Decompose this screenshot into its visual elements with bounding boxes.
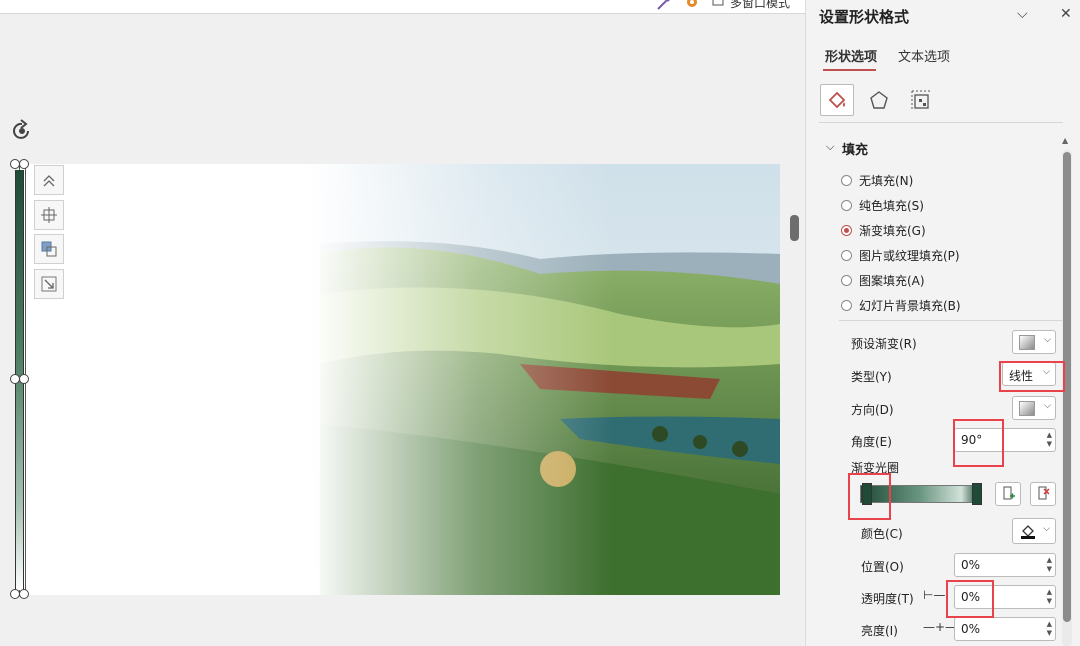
- crosshair-square-icon: [41, 207, 57, 223]
- preset-gradient-label: 预设渐变(R): [851, 337, 917, 351]
- resize-button[interactable]: [34, 269, 64, 299]
- gradient-swatch-icon: [1019, 400, 1035, 416]
- spin-arrows-icon[interactable]: ▲ ▼: [1047, 620, 1052, 638]
- transparency-slider[interactable]: ⊢—: [923, 588, 945, 602]
- remove-stop-icon: [1038, 486, 1050, 500]
- spin-arrows-icon[interactable]: ▲ ▼: [1047, 431, 1052, 449]
- fill-section-title[interactable]: 填充: [842, 139, 868, 158]
- radio-label: 图片或纹理填充(P): [859, 249, 960, 263]
- paint-bucket-icon: [1021, 525, 1035, 539]
- radio-label: 纯色填充(S): [859, 199, 924, 213]
- settings-gear-icon[interactable]: [684, 0, 700, 10]
- diagonal-arrow-icon: [41, 276, 57, 292]
- radio-button[interactable]: [841, 200, 852, 211]
- layout-options-button[interactable]: [34, 165, 64, 195]
- dropdown-arrow-icon: ⌵: [1044, 335, 1051, 345]
- radio-button[interactable]: [841, 300, 852, 311]
- radio-pattern-fill[interactable]: 图案填充(A): [841, 272, 925, 289]
- active-tab-underline: [823, 69, 876, 71]
- remove-gradient-stop-button[interactable]: [1030, 482, 1056, 506]
- radio-label: 渐变填充(G): [859, 224, 926, 238]
- section-separator: [839, 320, 1063, 321]
- window-icon: [712, 0, 728, 10]
- slide-canvas: 多窗口模式: [0, 0, 805, 646]
- arrange-button[interactable]: [34, 234, 64, 264]
- resize-handle-bottom-right[interactable]: [19, 589, 29, 599]
- spin-arrows-icon[interactable]: ▲ ▼: [1047, 556, 1052, 574]
- radio-button[interactable]: [841, 175, 852, 186]
- brightness-label: 亮度(I): [861, 624, 898, 638]
- close-icon[interactable]: ✕: [1060, 6, 1072, 22]
- direction-dropdown[interactable]: ⌵: [1012, 396, 1056, 420]
- brightness-slider[interactable]: —+—: [923, 620, 957, 634]
- add-stop-icon: [1003, 486, 1015, 500]
- angle-label: 角度(E): [851, 435, 892, 449]
- pentagon-icon: [870, 91, 888, 109]
- add-gradient-stop-button[interactable]: [995, 482, 1021, 506]
- resize-handle-middle-right[interactable]: [19, 374, 29, 384]
- resize-handle-top-right[interactable]: [19, 159, 29, 169]
- dropdown-arrow-icon: ⌵: [1044, 401, 1051, 411]
- effects-tab[interactable]: [862, 84, 896, 116]
- preset-gradient-dropdown[interactable]: ⌵: [1012, 330, 1056, 354]
- radio-gradient-fill[interactable]: 渐变填充(G): [841, 222, 926, 239]
- gradient-swatch-icon: [1019, 334, 1035, 350]
- radio-picture-fill[interactable]: 图片或纹理填充(P): [841, 247, 960, 264]
- radio-label: 图案填充(A): [859, 274, 925, 288]
- brightness-input[interactable]: 0% ▲ ▼: [954, 617, 1056, 641]
- position-label: 位置(O): [861, 560, 904, 574]
- slide-picture-gradient[interactable]: [20, 164, 780, 595]
- position-value: 0%: [961, 558, 981, 572]
- fill-bucket-icon: [828, 91, 846, 109]
- dropdown-arrow-icon: ⌵: [1043, 524, 1050, 534]
- size-position-icon: [911, 90, 930, 109]
- rotate-handle-icon[interactable]: [8, 118, 36, 144]
- panel-options-chevron-icon[interactable]: ⌵: [1017, 6, 1028, 22]
- position-input[interactable]: 0% ▲ ▼: [954, 553, 1056, 577]
- size-properties-tab[interactable]: [904, 84, 938, 116]
- panel-scroll-up-icon[interactable]: ▲: [1062, 136, 1068, 145]
- fill-line-tab[interactable]: [820, 84, 854, 116]
- highlight-transparency-box: [946, 580, 994, 618]
- double-chevron-up-icon: [43, 175, 55, 187]
- highlight-type-box: [999, 361, 1065, 392]
- panel-title: 设置形状格式: [819, 8, 910, 26]
- highlight-stop-box: [848, 473, 891, 520]
- transparency-label: 透明度(T): [861, 592, 914, 606]
- color-label: 颜色(C): [861, 527, 903, 541]
- highlight-angle-box: [953, 419, 1004, 467]
- radio-no-fill[interactable]: 无填充(N): [841, 172, 913, 189]
- radio-label: 无填充(N): [859, 174, 914, 188]
- layers-icon: [41, 241, 57, 257]
- spin-arrows-icon[interactable]: ▲ ▼: [1047, 588, 1052, 606]
- radio-button-selected[interactable]: [841, 225, 852, 236]
- canvas-scrollbar-thumb[interactable]: [790, 215, 799, 241]
- radio-solid-fill[interactable]: 纯色填充(S): [841, 197, 924, 214]
- gradient-stop-2[interactable]: [972, 483, 982, 505]
- top-toolbar-strip: 多窗口模式: [0, 0, 805, 14]
- tab-shape-options[interactable]: 形状选项: [825, 46, 877, 65]
- multi-window-mode-button[interactable]: 多窗口模式: [730, 0, 790, 11]
- radio-label: 幻灯片背景填充(B): [859, 299, 961, 313]
- format-shape-panel: 设置形状格式 ⌵ ✕ 形状选项 文本选项 ⌵ 填充 无填充(N) 纯色填充(S): [805, 0, 1080, 646]
- landscape-image: [20, 164, 780, 595]
- radio-button[interactable]: [841, 250, 852, 261]
- panel-scrollbar[interactable]: [1062, 150, 1072, 646]
- chevron-down-icon[interactable]: ⌵: [826, 140, 834, 154]
- brightness-value: 0%: [961, 622, 981, 636]
- direction-label: 方向(D): [851, 403, 894, 417]
- crop-position-button[interactable]: [34, 200, 64, 230]
- color-picker-button[interactable]: ⌵: [1012, 518, 1056, 544]
- tab-text-options[interactable]: 文本选项: [898, 46, 950, 65]
- radio-slide-background-fill[interactable]: 幻灯片背景填充(B): [841, 297, 961, 314]
- radio-button[interactable]: [841, 275, 852, 286]
- type-label: 类型(Y): [851, 370, 892, 384]
- panel-separator: [819, 122, 1063, 123]
- magic-wand-icon[interactable]: [655, 0, 671, 10]
